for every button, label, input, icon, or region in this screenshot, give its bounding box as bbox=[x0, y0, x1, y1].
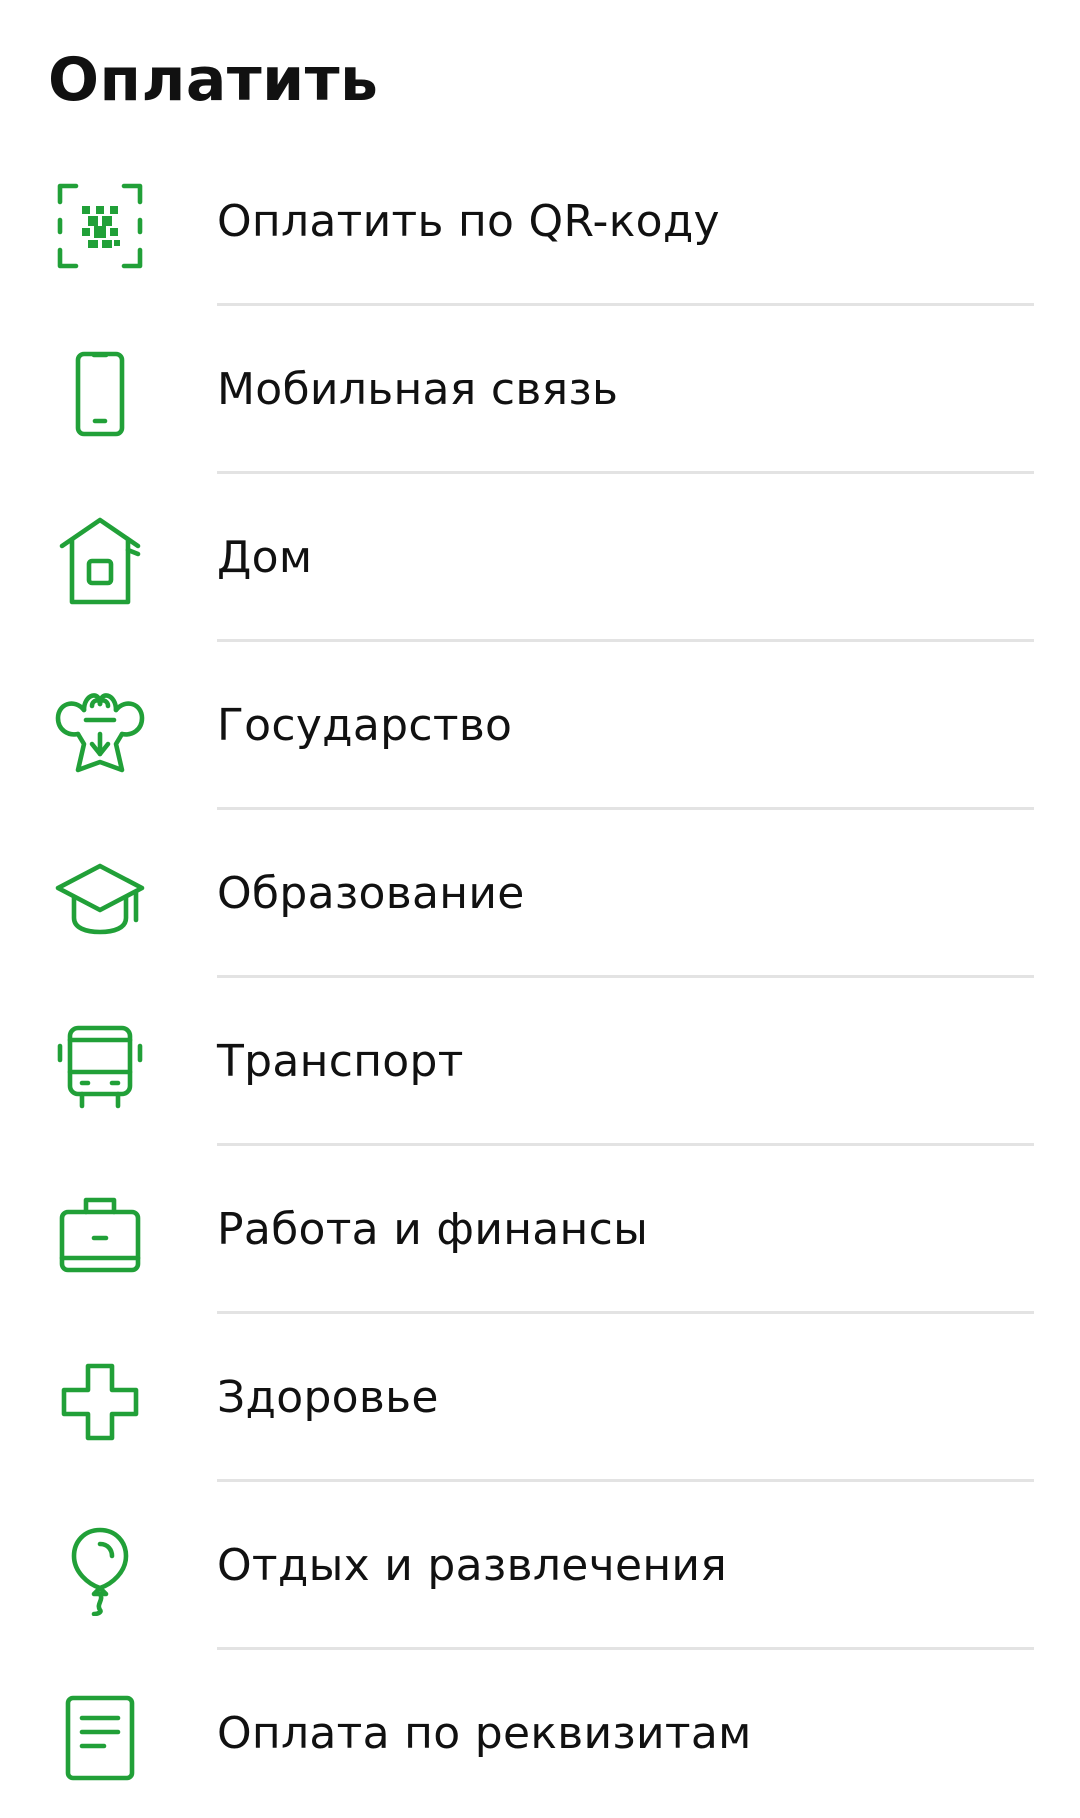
page-title: Оплатить bbox=[48, 45, 379, 115]
menu-item-leisure[interactable]: Отдых и развлечения bbox=[0, 1482, 1080, 1650]
menu-item-work-finance[interactable]: Работа и финансы bbox=[0, 1146, 1080, 1314]
smartphone-icon bbox=[54, 348, 146, 440]
graduation-cap-icon bbox=[54, 852, 146, 944]
balloon-icon bbox=[54, 1524, 146, 1616]
coat-of-arms-icon bbox=[54, 684, 146, 776]
medical-cross-icon bbox=[54, 1356, 146, 1448]
menu-item-education[interactable]: Образование bbox=[0, 810, 1080, 978]
menu-item-transport[interactable]: Транспорт bbox=[0, 978, 1080, 1146]
menu-item-label: Работа и финансы bbox=[217, 1204, 649, 1255]
document-icon bbox=[54, 1692, 146, 1784]
menu-item-label: Здоровье bbox=[217, 1372, 439, 1423]
menu-item-label: Мобильная связь bbox=[217, 364, 619, 415]
menu-item-label: Оплата по реквизитам bbox=[217, 1708, 752, 1759]
qr-code-icon bbox=[54, 180, 146, 272]
house-icon bbox=[54, 516, 146, 608]
menu-item-label: Транспорт bbox=[217, 1036, 464, 1087]
menu-item-home[interactable]: Дом bbox=[0, 474, 1080, 642]
menu-item-label: Дом bbox=[217, 532, 313, 583]
menu-item-label: Государство bbox=[217, 700, 513, 751]
menu-item-label: Отдых и развлечения bbox=[217, 1540, 728, 1591]
menu-item-state[interactable]: Государство bbox=[0, 642, 1080, 810]
menu-item-payment-by-details[interactable]: Оплата по реквизитам bbox=[0, 1650, 1080, 1818]
bus-icon bbox=[54, 1020, 146, 1112]
menu-item-mobile[interactable]: Мобильная связь bbox=[0, 306, 1080, 474]
menu-item-health[interactable]: Здоровье bbox=[0, 1314, 1080, 1482]
payment-category-list: Оплатить по QR-коду Мобильная связь Дом bbox=[0, 138, 1080, 1818]
menu-item-qr-payment[interactable]: Оплатить по QR-коду bbox=[0, 138, 1080, 306]
menu-item-label: Оплатить по QR-коду bbox=[217, 196, 720, 247]
briefcase-icon bbox=[54, 1188, 146, 1280]
menu-item-label: Образование bbox=[217, 868, 525, 919]
